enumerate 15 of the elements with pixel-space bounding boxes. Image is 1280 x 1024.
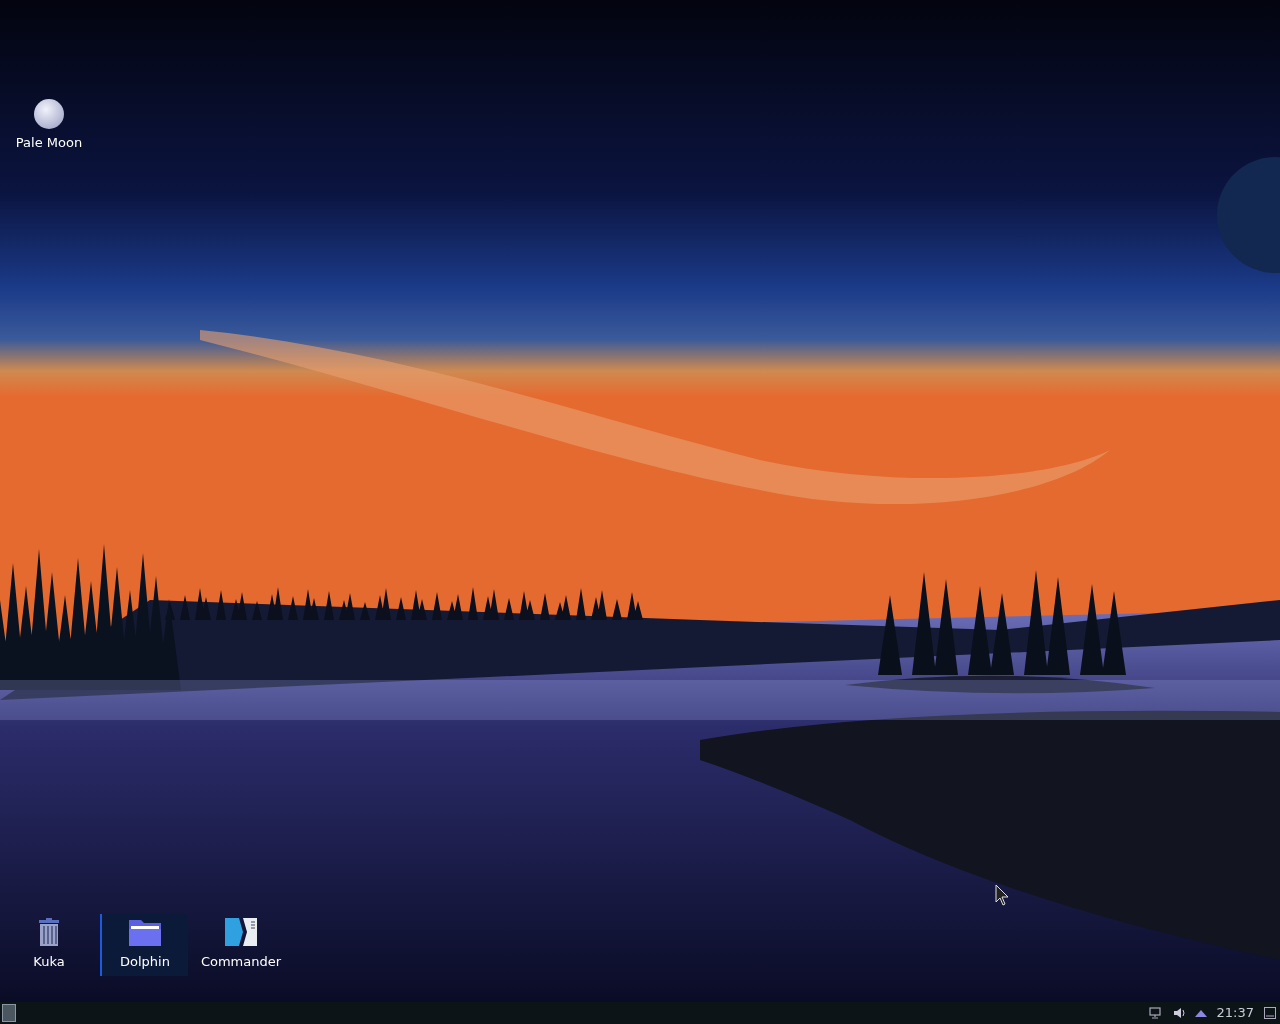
dock-item[interactable]: Kuka bbox=[4, 914, 92, 976]
trash-icon bbox=[37, 918, 61, 947]
tray-expand-icon[interactable] bbox=[1194, 1009, 1207, 1017]
moon-icon[interactable] bbox=[33, 98, 65, 130]
desktop-icon-label[interactable]: Pale Moon bbox=[15, 133, 83, 153]
mouse-cursor-icon bbox=[995, 884, 1009, 906]
file-manager-icon bbox=[225, 918, 257, 947]
network-icon[interactable] bbox=[1148, 1007, 1163, 1019]
dock-item[interactable]: Dolphin bbox=[100, 914, 188, 976]
folder-icon bbox=[129, 918, 161, 947]
volume-icon[interactable] bbox=[1172, 1007, 1185, 1019]
app-menu-icon[interactable] bbox=[2, 1004, 16, 1022]
show-desktop-icon[interactable] bbox=[1264, 1007, 1276, 1019]
dock-item[interactable]: Commander bbox=[196, 914, 284, 976]
clock[interactable]: 21:37 bbox=[1216, 1003, 1254, 1023]
